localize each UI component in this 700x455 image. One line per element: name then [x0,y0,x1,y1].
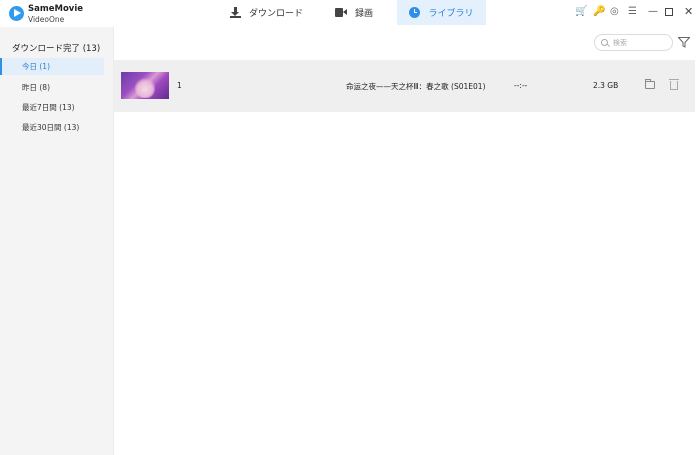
app-logo-icon [9,6,24,21]
sidebar-item-label: 最近7日間 (13) [22,103,75,112]
title-bar: SameMovie VideoOne ダウンロード 録画 ライブラリ 🛒 🔑 ◎… [0,0,700,27]
sidebar-header: ダウンロード完了 (13) [12,44,101,54]
sidebar-item-yesterday[interactable]: 昨日 (8) [0,79,104,96]
table-row[interactable]: 1 命运之夜——天之杯Ⅲ：春之歌 (S01E01) --:-- 2.3 GB [114,60,695,112]
download-icon [230,7,241,18]
minimize-button[interactable]: — [648,6,658,18]
app-brand: SameMovie VideoOne [28,4,83,25]
settings-icon[interactable]: ◎ [610,6,619,18]
sidebar-item-last-30-days[interactable]: 最近30日間 (13) [0,119,104,136]
row-size: 2.3 GB [593,81,619,90]
tab-library[interactable]: ライブラリ [397,0,486,25]
tab-library-label: ライブラリ [428,9,474,19]
video-thumbnail [121,72,169,99]
open-folder-icon[interactable] [645,79,655,89]
menu-icon[interactable]: ☰ [628,6,637,18]
search-box[interactable] [594,34,673,51]
filter-icon[interactable] [678,37,690,48]
delete-icon[interactable] [669,79,679,90]
row-index: 1 [177,81,182,90]
app-subname: VideoOne [28,15,65,24]
sidebar-item-today[interactable]: 今日 (1) [0,58,104,75]
sidebar-item-label: 昨日 (8) [22,83,51,92]
search-icon [601,39,608,46]
row-title: 命运之夜——天之杯Ⅲ：春之歌 (S01E01) [346,82,486,91]
tab-record-label: 録画 [355,9,374,19]
sidebar-item-label: 最近30日間 (13) [22,123,80,132]
tab-download[interactable]: ダウンロード [230,0,303,25]
close-button[interactable]: ✕ [684,6,693,18]
tab-download-label: ダウンロード [249,9,304,19]
tab-record[interactable]: 録画 [335,0,373,25]
app-name: SameMovie [28,4,83,14]
clock-icon [409,7,421,18]
maximize-button[interactable] [665,8,673,16]
key-icon[interactable]: 🔑 [593,6,605,18]
video-camera-icon [335,8,347,17]
cart-icon[interactable]: 🛒 [575,6,587,18]
row-duration: --:-- [514,81,528,90]
sidebar-item-label: 今日 (1) [22,62,51,71]
sidebar-item-last-7-days[interactable]: 最近7日間 (13) [0,99,104,116]
sidebar: ダウンロード完了 (13) 今日 (1) 昨日 (8) 最近7日間 (13) 最… [0,27,114,455]
search-input[interactable] [613,38,668,47]
